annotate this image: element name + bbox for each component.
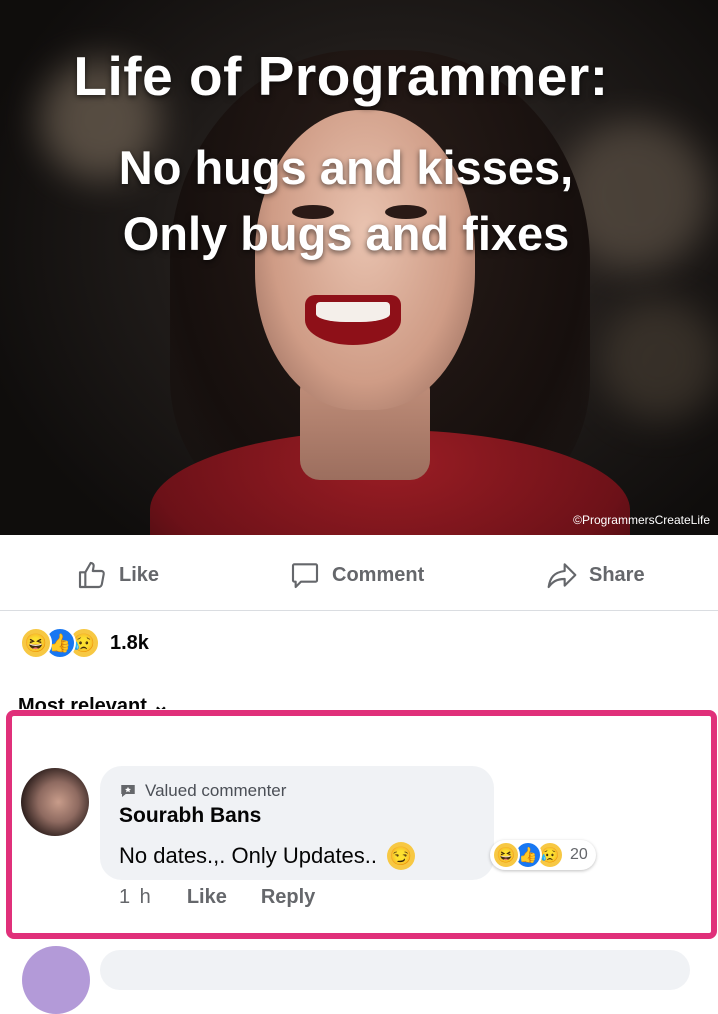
comment-reaction-count: 20 bbox=[570, 846, 588, 863]
share-arrow-icon bbox=[547, 563, 577, 589]
post-image[interactable]: Life of Programmer: No hugs and kisses, … bbox=[0, 0, 718, 535]
comment-bubble-icon bbox=[291, 563, 319, 589]
badge-label: Valued commenter bbox=[145, 781, 287, 800]
comment-text-row: No dates.,. Only Updates.. 😏 bbox=[119, 842, 416, 870]
comment-button[interactable]: Comment bbox=[288, 559, 424, 591]
teeth-shape bbox=[316, 302, 390, 322]
comment-label: Comment bbox=[332, 563, 425, 586]
image-credit: ©ProgrammersCreateLife bbox=[573, 513, 710, 527]
avatar[interactable] bbox=[21, 768, 89, 836]
comment-reactions[interactable]: 😆 👍 😥 20 bbox=[490, 840, 596, 870]
share-label: Share bbox=[589, 563, 645, 586]
bokeh-light bbox=[600, 300, 718, 420]
avatar[interactable] bbox=[22, 946, 90, 1014]
comment-author-link[interactable]: Sourabh Bans bbox=[119, 804, 261, 828]
reactions-summary[interactable]: 😆 👍 😥 1.8k bbox=[20, 627, 149, 659]
comment-meta: 1 h Like Reply bbox=[119, 886, 315, 909]
meme-line-1: No hugs and kisses, bbox=[118, 141, 574, 194]
comment-like-button[interactable]: Like bbox=[187, 886, 227, 909]
reaction-count: 1.8k bbox=[110, 631, 149, 654]
like-label: Like bbox=[119, 563, 160, 586]
comment-text: No dates.,. Only Updates.. bbox=[119, 843, 378, 868]
badge-speech-icon bbox=[121, 785, 135, 797]
share-button[interactable]: Share bbox=[545, 559, 645, 591]
like-button[interactable]: Like bbox=[75, 559, 159, 591]
post-action-bar: Like Comment Share bbox=[0, 535, 718, 611]
comment-reply-button[interactable]: Reply bbox=[261, 886, 315, 909]
comment-timestamp[interactable]: 1 h bbox=[119, 886, 153, 909]
meme-line-2: Only bugs and fixes bbox=[122, 207, 570, 260]
comment-sort-dropdown[interactable]: Most relevant ⌄ bbox=[18, 693, 169, 709]
thumbs-up-icon bbox=[78, 561, 105, 589]
comment-bubble[interactable] bbox=[100, 950, 690, 990]
valued-commenter-badge: Valued commenter bbox=[119, 781, 286, 801]
meme-title: Life of Programmer: bbox=[73, 45, 609, 107]
haha-icon: 😆 bbox=[492, 841, 520, 869]
haha-icon: 😆 bbox=[20, 627, 52, 659]
smirk-face-icon: 😏 bbox=[387, 842, 416, 870]
